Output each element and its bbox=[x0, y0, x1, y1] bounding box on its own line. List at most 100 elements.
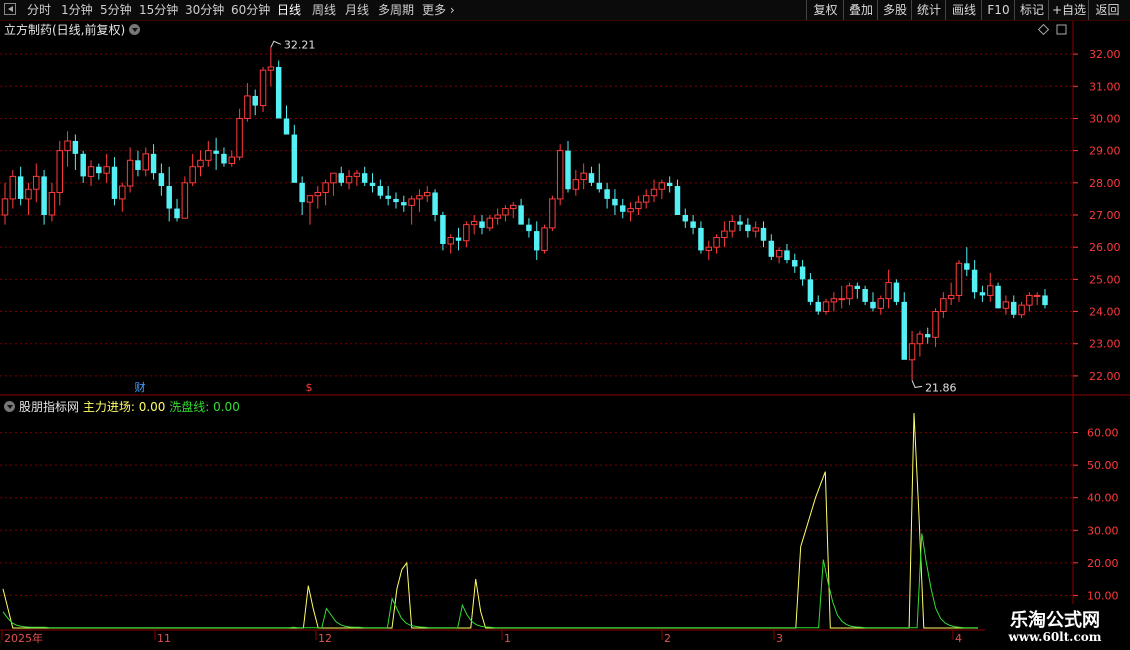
candle-down bbox=[698, 221, 704, 254]
candle-body bbox=[698, 227, 704, 251]
dropdown-icon[interactable] bbox=[4, 401, 15, 412]
candle-up bbox=[955, 260, 963, 302]
candle-up bbox=[1026, 292, 1033, 312]
candle-down bbox=[1010, 295, 1017, 318]
watermark-url: www.60lt.com bbox=[1008, 630, 1102, 644]
candle-up bbox=[259, 66, 267, 113]
candle-body bbox=[25, 188, 32, 200]
watermark-title: 乐淘公式网 bbox=[1010, 610, 1100, 631]
candle-body bbox=[792, 260, 798, 267]
candle-up bbox=[181, 176, 189, 219]
candle-body bbox=[682, 215, 689, 222]
candle-down bbox=[213, 137, 219, 170]
candle-body bbox=[385, 195, 391, 199]
candle-body bbox=[64, 140, 71, 152]
candle-up bbox=[510, 202, 517, 219]
candle-up bbox=[838, 285, 845, 309]
date-tick-label: 4 bbox=[955, 632, 962, 645]
candle-down bbox=[666, 176, 673, 193]
candle-down bbox=[377, 179, 384, 199]
candle-up bbox=[705, 240, 712, 261]
candle-up bbox=[189, 153, 196, 187]
candle-up bbox=[103, 153, 110, 183]
candle-body bbox=[275, 66, 282, 119]
candle-up bbox=[846, 282, 853, 306]
candle-body bbox=[1, 198, 9, 216]
candle-down bbox=[291, 124, 298, 183]
candle-up bbox=[345, 169, 353, 190]
candle-body bbox=[470, 220, 478, 226]
date-tick-label: 3 bbox=[776, 632, 783, 645]
candle-body bbox=[815, 301, 821, 312]
candle-body bbox=[721, 230, 728, 239]
candle-up bbox=[627, 202, 634, 222]
candle-up bbox=[987, 272, 994, 302]
candle-body bbox=[56, 150, 63, 193]
indicator-tick-label: 20.00 bbox=[1087, 557, 1119, 570]
high-price-label: 32.21 bbox=[284, 38, 316, 51]
candle-body bbox=[549, 198, 556, 229]
candle-down bbox=[252, 89, 258, 116]
indicator-name: 股朋指标网 bbox=[19, 400, 80, 414]
candle-body bbox=[526, 224, 532, 232]
candle-down bbox=[588, 166, 595, 187]
candle-body bbox=[838, 298, 845, 301]
candle-body bbox=[635, 201, 642, 210]
candle-body bbox=[432, 192, 438, 215]
series-line-washout bbox=[2, 533, 978, 629]
line1-readout: 主力进场: 0.00 bbox=[82, 400, 166, 414]
candle-body bbox=[181, 182, 189, 219]
candle-up bbox=[228, 150, 236, 167]
diamond-icon bbox=[1037, 23, 1050, 36]
candle-down bbox=[283, 105, 290, 135]
candle-down bbox=[41, 169, 47, 225]
candle-up bbox=[580, 163, 587, 190]
candle-body bbox=[854, 285, 861, 290]
candle-body bbox=[893, 282, 900, 302]
price-tick-label: 24.00 bbox=[1089, 306, 1121, 319]
candle-body bbox=[126, 159, 134, 187]
candle-body bbox=[612, 198, 618, 206]
candle-down bbox=[995, 282, 1001, 309]
candle-body bbox=[713, 237, 720, 248]
candle-body bbox=[393, 198, 399, 203]
candle-down bbox=[893, 279, 900, 306]
candle-body bbox=[416, 195, 423, 200]
candle-body bbox=[96, 166, 102, 174]
candle-body bbox=[642, 195, 650, 203]
candle-body bbox=[620, 205, 626, 212]
candle-up bbox=[330, 172, 337, 196]
candle-down bbox=[674, 179, 681, 215]
candle-up bbox=[775, 247, 783, 264]
candle-up bbox=[494, 208, 501, 225]
kline-chart[interactable]: 32.00 31.00 30.00 29.00 28.00 27.00 26.00 25.00… bbox=[0, 0, 1130, 650]
candle-up bbox=[353, 169, 361, 187]
date-tick-label: 12 bbox=[318, 632, 332, 645]
candle-body bbox=[267, 66, 275, 71]
candle-body bbox=[580, 172, 587, 181]
candle-up bbox=[56, 140, 63, 206]
candle-body bbox=[1042, 295, 1048, 306]
dropdown-icon[interactable] bbox=[129, 24, 141, 35]
price-tick-label: 32.00 bbox=[1089, 48, 1121, 61]
candle-up bbox=[64, 131, 71, 167]
candle-body bbox=[690, 221, 696, 228]
candle-down bbox=[792, 253, 798, 273]
price-tick-label: 29.00 bbox=[1089, 145, 1121, 158]
candle-body bbox=[1010, 301, 1017, 315]
candle-down bbox=[979, 285, 986, 302]
high-pointer bbox=[270, 40, 282, 48]
candle-up bbox=[728, 215, 736, 238]
candle-body bbox=[901, 301, 907, 360]
candle-down bbox=[768, 234, 775, 261]
candle-body bbox=[752, 227, 759, 232]
candle-body bbox=[87, 166, 95, 177]
candle-down bbox=[604, 182, 610, 209]
candle-body bbox=[510, 204, 517, 210]
low-price-label: 21.86 bbox=[925, 381, 957, 394]
candle-body bbox=[252, 95, 258, 106]
candle-up bbox=[267, 47, 275, 87]
candle-down bbox=[150, 144, 157, 180]
candle-up bbox=[549, 195, 556, 232]
candle-body bbox=[807, 279, 814, 302]
